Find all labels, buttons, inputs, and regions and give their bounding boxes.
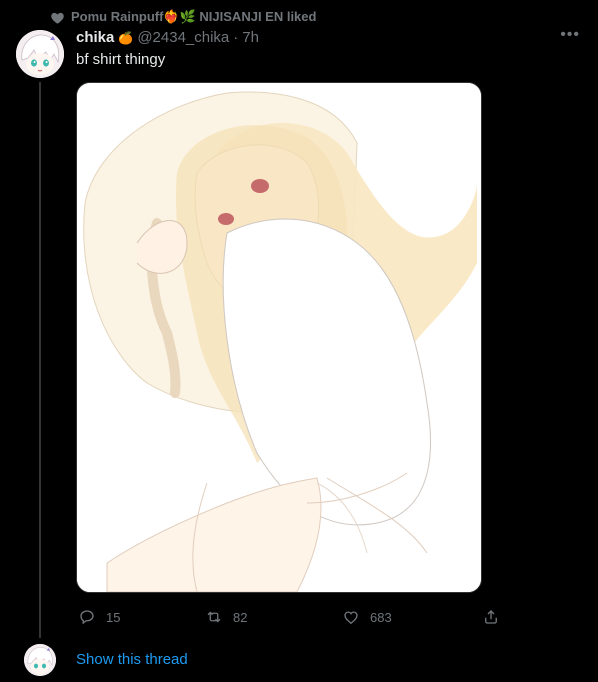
reply-icon bbox=[80, 610, 94, 625]
like-count: 683 bbox=[370, 609, 392, 625]
like-button[interactable]: 683 bbox=[342, 608, 392, 626]
retweet-icon bbox=[207, 611, 221, 623]
retweet-count: 82 bbox=[233, 609, 248, 625]
reply-button[interactable]: 15 bbox=[78, 608, 120, 626]
avatar-small[interactable] bbox=[24, 644, 56, 676]
display-name[interactable]: chika bbox=[76, 29, 114, 46]
retweet-button[interactable]: 82 bbox=[205, 608, 247, 626]
handle[interactable]: @2434_chika bbox=[137, 29, 229, 46]
tweet-text: bf shirt thingy bbox=[76, 51, 166, 68]
share-icon bbox=[485, 610, 497, 624]
heart-icon bbox=[51, 12, 64, 23]
avatar[interactable] bbox=[16, 30, 64, 78]
share-button[interactable] bbox=[482, 608, 500, 626]
avatar-small-image bbox=[24, 644, 56, 676]
avatar-image bbox=[16, 30, 64, 78]
tweet-image[interactable] bbox=[76, 82, 482, 593]
tweet-header: chika 🍊 @2434_chika · 7h bbox=[76, 29, 259, 46]
social-context-text: Pomu Rainpuff❤️‍🔥🌿 NIJISANJI EN liked bbox=[71, 9, 317, 24]
timestamp[interactable]: 7h bbox=[242, 29, 259, 46]
thread-line bbox=[39, 82, 41, 638]
heart-outline-icon bbox=[344, 611, 358, 625]
separator: · bbox=[233, 29, 239, 46]
social-context[interactable]: Pomu Rainpuff❤️‍🔥🌿 NIJISANJI EN liked bbox=[50, 8, 316, 26]
reply-count: 15 bbox=[106, 609, 121, 625]
anime-illustration bbox=[77, 83, 481, 592]
more-options-button[interactable]: ••• bbox=[560, 26, 580, 44]
show-thread-link[interactable]: Show this thread bbox=[76, 651, 188, 668]
name-emoji: 🍊 bbox=[118, 30, 134, 45]
tweet-actions: 15 82 683 bbox=[76, 605, 502, 629]
